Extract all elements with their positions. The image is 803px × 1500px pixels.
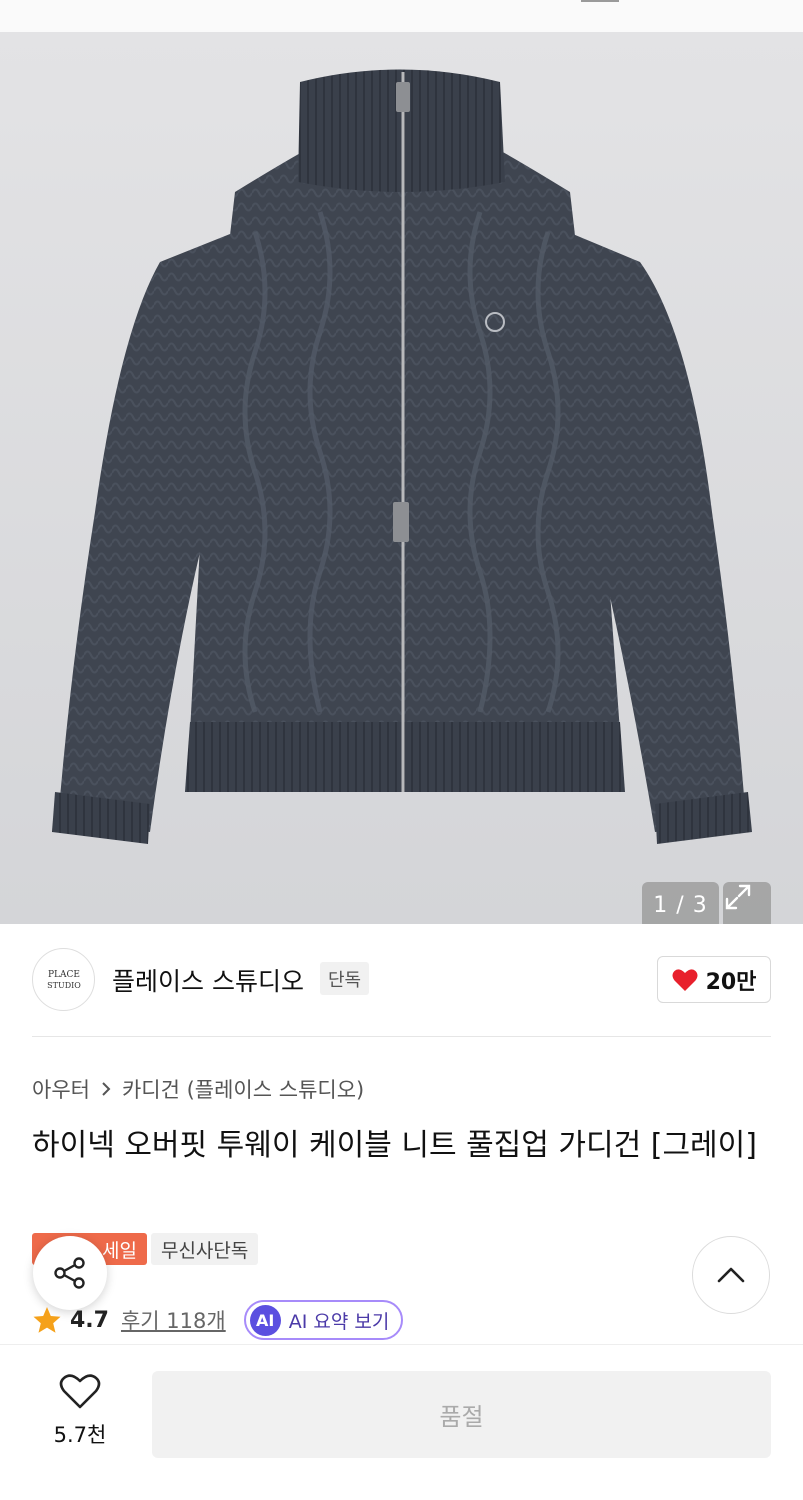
- brand-like-count: 20만: [705, 969, 757, 995]
- chevron-right-icon: [102, 1082, 111, 1096]
- wish-button[interactable]: 5.7천: [40, 1373, 120, 1449]
- share-button[interactable]: [33, 1236, 107, 1310]
- ai-icon: AI: [249, 1304, 281, 1336]
- brand-logo-mark: PLACE STUDIO: [47, 970, 81, 990]
- top-status-bar: [0, 0, 803, 32]
- brand-logo[interactable]: PLACE STUDIO: [32, 948, 95, 1011]
- brand-name[interactable]: 플레이스 스튜디오: [112, 962, 304, 998]
- breadcrumb-category[interactable]: 아우터: [32, 1074, 90, 1104]
- wish-count: 5.7천: [53, 1423, 107, 1447]
- exclusive-tag: 단독: [320, 962, 370, 995]
- share-icon: [54, 1257, 85, 1289]
- ai-summary-button[interactable]: AI AI 요약 보기: [243, 1300, 404, 1340]
- svg-text:STUDIO: STUDIO: [47, 981, 81, 990]
- chevron-up-icon: [717, 1267, 745, 1283]
- image-counter: 1 / 3: [642, 882, 719, 924]
- drag-handle[interactable]: [581, 0, 619, 2]
- soldout-button[interactable]: 품절: [152, 1371, 771, 1458]
- svg-text:PLACE: PLACE: [48, 970, 80, 980]
- divider: [32, 1036, 771, 1037]
- scroll-to-top-button[interactable]: [692, 1236, 770, 1314]
- reviews-link[interactable]: 후기 118개: [121, 1305, 226, 1335]
- star-icon: [33, 1307, 61, 1333]
- sale-badge-label: 세일: [102, 1239, 137, 1262]
- rating-score: 4.7: [70, 1307, 109, 1333]
- ai-summary-label: AI 요약 보기: [288, 1310, 390, 1333]
- heart-outline-icon: [59, 1374, 101, 1409]
- expand-icon: [725, 884, 751, 910]
- cardigan-photo: [52, 69, 752, 844]
- product-image-gallery[interactable]: 1 / 3: [0, 32, 803, 924]
- brand-like-button[interactable]: 20만: [657, 956, 771, 1003]
- expand-button[interactable]: [723, 882, 771, 924]
- breadcrumb-subcategory[interactable]: 카디건 (플레이스 스튜디오): [122, 1074, 364, 1104]
- breadcrumb: 아우터 카디건 (플레이스 스튜디오): [32, 1074, 364, 1104]
- heart-filled-icon: [672, 968, 698, 991]
- brand-row: PLACE STUDIO 플레이스 스튜디오 단독 20만: [0, 924, 803, 1036]
- bottom-action-bar: 5.7천 품절: [0, 1344, 803, 1500]
- product-title: 하이넥 오버핏 투웨이 케이블 니트 풀집업 가디건 [그레이]: [32, 1128, 757, 1163]
- musinsa-exclusive-badge: 무신사단독: [150, 1233, 259, 1265]
- rating-row: 4.7 후기 118개 AI AI 요약 보기: [32, 1300, 404, 1340]
